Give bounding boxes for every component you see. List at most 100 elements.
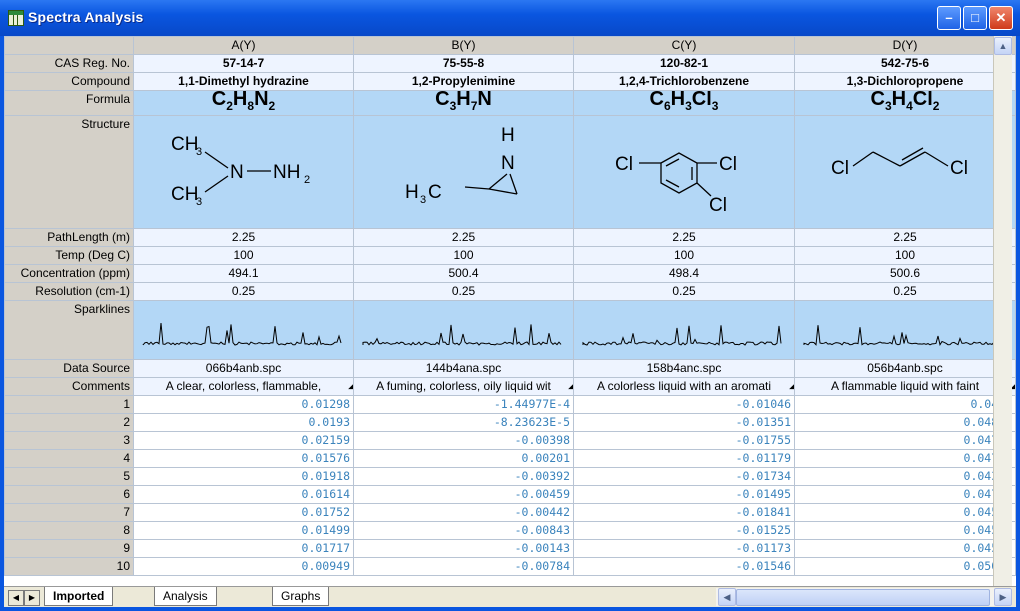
- temp-c[interactable]: 100: [573, 246, 795, 265]
- cas-b[interactable]: 75-55-8: [353, 54, 574, 73]
- data-cell-c[interactable]: -0.01046: [573, 395, 795, 414]
- scroll-left-icon[interactable]: ◀: [718, 588, 736, 606]
- corner-cell[interactable]: [4, 36, 134, 55]
- column-header-c[interactable]: C(Y): [573, 36, 795, 55]
- scroll-right-icon[interactable]: ▶: [994, 588, 1012, 606]
- data-cell-c[interactable]: -0.01841: [573, 503, 795, 522]
- tab-imported-data[interactable]: Imported Data: [44, 587, 114, 606]
- compound-b[interactable]: 1,2-Propylenimine: [353, 72, 574, 91]
- row-number[interactable]: 2: [4, 413, 134, 432]
- data-cell-b[interactable]: -0.00843: [353, 521, 574, 540]
- comment-c[interactable]: A colorless liquid with an aromati◢: [573, 377, 795, 396]
- comment-b[interactable]: A fuming, colorless, oily liquid wit◢: [353, 377, 574, 396]
- resolution-c[interactable]: 0.25: [573, 282, 795, 301]
- column-header-a[interactable]: A(Y): [133, 36, 354, 55]
- data-cell-c[interactable]: -0.01173: [573, 539, 795, 558]
- row-label-formula[interactable]: Formula: [4, 90, 134, 116]
- data-cell-a[interactable]: 0.01499: [133, 521, 354, 540]
- data-cell-d[interactable]: 0.05075: [794, 557, 1016, 576]
- data-cell-b[interactable]: -0.00392: [353, 467, 574, 486]
- compound-c[interactable]: 1,2,4-Trichlorobenzene: [573, 72, 795, 91]
- data-cell-a[interactable]: 0.01614: [133, 485, 354, 504]
- maximize-button[interactable]: □: [963, 6, 987, 30]
- row-label-comments[interactable]: Comments: [4, 377, 134, 396]
- data-cell-d[interactable]: 0.04385: [794, 467, 1016, 486]
- tab-analysis-report[interactable]: Analysis Report: [154, 587, 217, 606]
- row-number[interactable]: 10: [4, 557, 134, 576]
- row-label-sparklines[interactable]: Sparklines: [4, 300, 134, 360]
- sparkline-d[interactable]: [794, 300, 1016, 360]
- data-cell-b[interactable]: 0.00201: [353, 449, 574, 468]
- row-label-resolution[interactable]: Resolution (cm-1): [4, 282, 134, 301]
- horizontal-scrollbar[interactable]: ◀ ▶: [716, 588, 1012, 606]
- pathlength-b[interactable]: 2.25: [353, 228, 574, 247]
- compound-d[interactable]: 1,3-Dichloropropene: [794, 72, 1016, 91]
- comment-a[interactable]: A clear, colorless, flammable,◢: [133, 377, 354, 396]
- data-cell-c[interactable]: -0.01546: [573, 557, 795, 576]
- formula-a[interactable]: C2H8N2: [133, 90, 354, 116]
- close-button[interactable]: ✕: [989, 6, 1013, 30]
- row-number[interactable]: 4: [4, 449, 134, 468]
- data-cell-b[interactable]: -0.00398: [353, 431, 574, 450]
- datasource-c[interactable]: 158b4anc.spc: [573, 359, 795, 378]
- data-cell-a[interactable]: 0.01918: [133, 467, 354, 486]
- vertical-scrollbar[interactable]: ▲: [993, 36, 1012, 586]
- data-cell-d[interactable]: 0.04548: [794, 521, 1016, 540]
- column-header-b[interactable]: B(Y): [353, 36, 574, 55]
- sparkline-c[interactable]: [573, 300, 795, 360]
- minimize-button[interactable]: –: [937, 6, 961, 30]
- structure-b[interactable]: H N H 3 C: [353, 115, 574, 229]
- data-cell-b[interactable]: -0.00442: [353, 503, 574, 522]
- resolution-a[interactable]: 0.25: [133, 282, 354, 301]
- tab-graphs[interactable]: Graphs: [272, 587, 330, 606]
- title-bar[interactable]: Spectra Analysis – □ ✕: [0, 0, 1020, 36]
- data-cell-a[interactable]: 0.0193: [133, 413, 354, 432]
- row-label-pathlength[interactable]: PathLength (m): [4, 228, 134, 247]
- data-cell-d[interactable]: 0.04854: [794, 413, 1016, 432]
- scroll-thumb[interactable]: [736, 589, 990, 606]
- data-cell-b[interactable]: -0.00784: [353, 557, 574, 576]
- row-label-structure[interactable]: Structure: [4, 115, 134, 229]
- structure-d[interactable]: Cl Cl: [794, 115, 1016, 229]
- data-cell-d[interactable]: 0.04543: [794, 539, 1016, 558]
- pathlength-a[interactable]: 2.25: [133, 228, 354, 247]
- data-cell-a[interactable]: 0.00949: [133, 557, 354, 576]
- data-cell-a[interactable]: 0.01576: [133, 449, 354, 468]
- structure-c[interactable]: Cl Cl Cl: [573, 115, 795, 229]
- data-cell-c[interactable]: -0.01755: [573, 431, 795, 450]
- pathlength-c[interactable]: 2.25: [573, 228, 795, 247]
- temp-b[interactable]: 100: [353, 246, 574, 265]
- data-cell-a[interactable]: 0.01717: [133, 539, 354, 558]
- data-cell-a[interactable]: 0.02159: [133, 431, 354, 450]
- concentration-b[interactable]: 500.4: [353, 264, 574, 283]
- row-number[interactable]: 1: [4, 395, 134, 414]
- data-cell-b[interactable]: -0.00459: [353, 485, 574, 504]
- data-cell-c[interactable]: -0.01734: [573, 467, 795, 486]
- data-cell-c[interactable]: -0.01179: [573, 449, 795, 468]
- row-label-concentration[interactable]: Concentration (ppm): [4, 264, 134, 283]
- data-cell-d[interactable]: 0.0463: [794, 395, 1016, 414]
- data-cell-d[interactable]: 0.04777: [794, 431, 1016, 450]
- row-number[interactable]: 3: [4, 431, 134, 450]
- cas-d[interactable]: 542-75-6: [794, 54, 1016, 73]
- concentration-c[interactable]: 498.4: [573, 264, 795, 283]
- comment-d[interactable]: A flammable liquid with faint◢: [794, 377, 1016, 396]
- concentration-d[interactable]: 500.6: [794, 264, 1016, 283]
- row-label-datasource[interactable]: Data Source: [4, 359, 134, 378]
- row-number[interactable]: 6: [4, 485, 134, 504]
- temp-d[interactable]: 100: [794, 246, 1016, 265]
- resolution-d[interactable]: 0.25: [794, 282, 1016, 301]
- column-header-d[interactable]: D(Y): [794, 36, 1016, 55]
- data-cell-d[interactable]: 0.04713: [794, 485, 1016, 504]
- sparkline-a[interactable]: [133, 300, 354, 360]
- datasource-b[interactable]: 144b4ana.spc: [353, 359, 574, 378]
- scroll-up-icon[interactable]: ▲: [994, 37, 1012, 55]
- row-label-cas[interactable]: CAS Reg. No.: [4, 54, 134, 73]
- formula-c[interactable]: C6H3Cl3: [573, 90, 795, 116]
- data-cell-a[interactable]: 0.01752: [133, 503, 354, 522]
- data-cell-b[interactable]: -8.23623E-5: [353, 413, 574, 432]
- datasource-a[interactable]: 066b4anb.spc: [133, 359, 354, 378]
- data-cell-d[interactable]: 0.04599: [794, 503, 1016, 522]
- concentration-a[interactable]: 494.1: [133, 264, 354, 283]
- data-cell-b[interactable]: -0.00143: [353, 539, 574, 558]
